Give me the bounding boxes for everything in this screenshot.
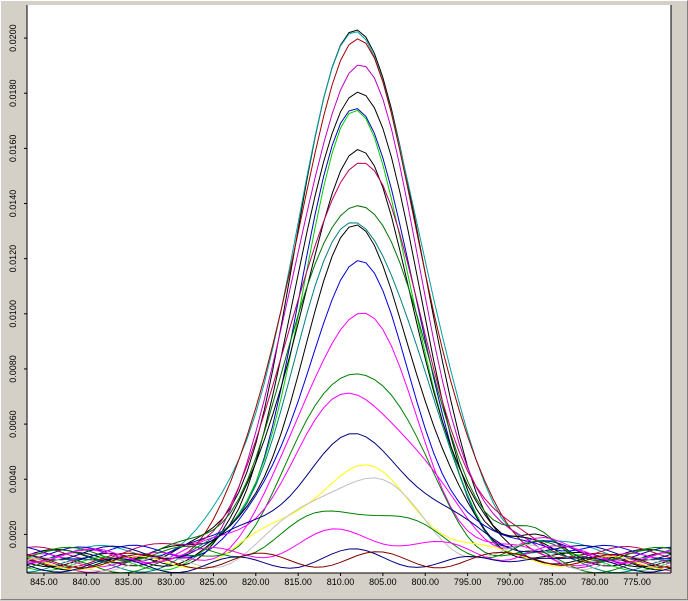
x-tick-label: 845.00 xyxy=(30,577,58,587)
y-tick-label: 0.0200 xyxy=(8,24,18,52)
x-tick-label: 775.00 xyxy=(623,577,651,587)
y-tick-label: 0.0080 xyxy=(8,355,18,383)
x-tick-label: 840.00 xyxy=(73,577,101,587)
y-tick-label: 0.0140 xyxy=(8,190,18,218)
x-ticks: 845.00 840.00 835.00 830.00 825.00 820.00 815.… xyxy=(30,573,651,587)
y-tick-label: 0.0100 xyxy=(8,300,18,328)
y-tick-label: 0.0180 xyxy=(8,79,18,107)
y-tick-label: 0.0160 xyxy=(8,135,18,163)
y-tick-label: 0.0060 xyxy=(8,410,18,438)
x-tick-label: 800.00 xyxy=(411,577,439,587)
x-tick-label: 830.00 xyxy=(157,577,185,587)
x-tick-label: 835.00 xyxy=(115,577,143,587)
x-tick-label: 785.00 xyxy=(539,577,567,587)
y-ticks: 0.0020 0.0040 0.0060 0.0080 0.0100 0.0120 0.01… xyxy=(8,24,27,548)
y-tick-label: 0.0040 xyxy=(8,465,18,493)
x-tick-label: 820.00 xyxy=(242,577,270,587)
x-tick-label: 795.00 xyxy=(454,577,482,587)
plot-area xyxy=(27,5,671,573)
x-tick-label: 815.00 xyxy=(284,577,312,587)
y-tick-label: 0.0020 xyxy=(8,521,18,549)
x-tick-label: 780.00 xyxy=(581,577,609,587)
x-tick-label: 825.00 xyxy=(200,577,228,587)
chart: 845.00 840.00 835.00 830.00 825.00 820.00 815.… xyxy=(8,5,672,587)
chart-window: 845.00 840.00 835.00 830.00 825.00 820.00 815.… xyxy=(0,0,688,600)
x-tick-label: 790.00 xyxy=(496,577,524,587)
y-tick-label: 0.0120 xyxy=(8,245,18,273)
x-tick-label: 810.00 xyxy=(327,577,355,587)
x-tick-label: 805.00 xyxy=(369,577,397,587)
